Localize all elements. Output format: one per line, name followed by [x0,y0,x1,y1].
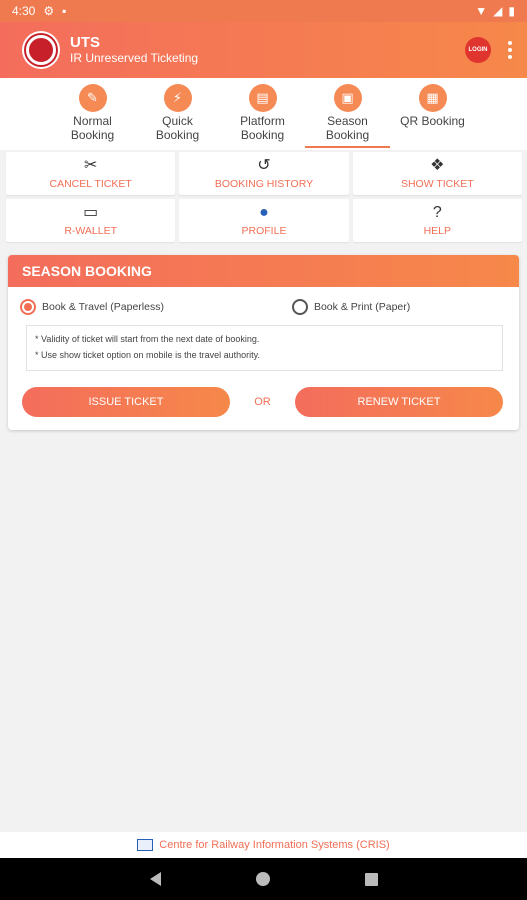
or-separator: OR [254,395,271,408]
gear-icon: ⚙ [43,4,55,18]
season-pass-icon: ▣ [333,84,362,112]
tab-platform-booking[interactable]: ▤ Platform Booking [220,78,305,150]
app-bar: UTS IR Unreserved Ticketing LOGIN [0,22,527,78]
cris-logo-icon [137,839,154,851]
help-icon: ? [432,203,442,221]
quick-action-label: BOOKING HISTORY [214,177,314,190]
ticket-type-options: Book & Travel (Paperless) Book & Print (… [8,299,519,315]
show-ticket-button[interactable]: ❖ SHOW TICKET [352,152,522,195]
cancel-ticket-button[interactable]: ✂ CANCEL TICKET [6,152,176,195]
paper-option[interactable]: Book & Print (Paper) [291,299,411,315]
help-button[interactable]: ? HELP [352,199,522,242]
sd-card-icon: ▪ [62,4,67,18]
profile-button[interactable]: ● PROFILE [179,199,349,242]
renew-ticket-button[interactable]: RENEW TICKET [295,386,503,417]
profile-icon: ● [259,203,269,221]
back-icon[interactable] [149,872,161,886]
booking-history-button[interactable]: ↺ BOOKING HISTORY [179,152,349,195]
status-bar: 4:30 ⚙ ▪ ▼ ◢ ▮ [0,0,527,22]
season-booking-card: SEASON BOOKING Book & Travel (Paperless)… [8,255,519,430]
note-validity: * Validity of ticket will start from the… [35,334,260,344]
qr-code-icon: ▦ [418,84,447,112]
overflow-menu-icon[interactable] [507,41,513,59]
app-title: UTS [70,34,100,52]
tab-qr-booking[interactable]: ▦ QR Booking [390,78,475,150]
wallet-icon: ▭ [83,203,99,221]
train-icon: ▤ [248,84,277,112]
login-button[interactable]: LOGIN [465,37,491,63]
tab-label: Normal Booking [70,114,115,142]
paper-label: Book & Print (Paper) [313,301,411,313]
paperless-radio[interactable] [20,299,36,315]
season-booking-title: SEASON BOOKING [8,255,519,287]
history-icon: ↺ [257,156,271,174]
tab-label: Platform Booking [240,114,285,142]
home-icon[interactable] [255,872,270,886]
booking-notes: * Validity of ticket will start from the… [26,325,503,371]
quick-action-label: CANCEL TICKET [49,177,132,190]
r-wallet-button[interactable]: ▭ R-WALLET [6,199,176,242]
tab-quick-booking[interactable]: ⚡ Quick Booking [135,78,220,150]
booking-tabs: ✎ Normal Booking ⚡ Quick Booking ▤ Platf… [0,78,527,150]
quick-action-label: HELP [423,224,452,237]
quick-action-label: PROFILE [241,224,287,237]
tab-label: QR Booking [400,114,465,128]
quick-action-label: R-WALLET [64,224,118,237]
tab-season-booking[interactable]: ▣ Season Booking [305,78,390,150]
signal-icon: ◢ [493,4,503,18]
cancel-ticket-icon: ✂ [83,156,98,174]
paper-radio[interactable] [291,299,308,315]
show-ticket-icon: ❖ [430,156,445,174]
indian-railways-logo [22,31,60,69]
status-time: 4:30 [12,4,36,18]
tab-normal-booking[interactable]: ✎ Normal Booking [50,78,135,150]
quick-actions-grid: ✂ CANCEL TICKET ↺ BOOKING HISTORY ❖ SHOW… [6,152,522,242]
note-travel-authority: * Use show ticket option on mobile is th… [35,349,260,360]
issue-ticket-button[interactable]: ISSUE TICKET [22,386,230,417]
footer: Centre for Railway Information Systems (… [0,832,527,858]
tab-label: Quick Booking [155,114,200,142]
system-navigation-bar [0,858,527,900]
quick-action-label: SHOW TICKET [400,177,474,190]
quick-ticket-icon: ⚡ [163,84,192,112]
paperless-label: Book & Travel (Paperless) [42,301,164,313]
wifi-icon: ▼ [475,4,488,18]
ticket-icon: ✎ [78,84,107,112]
battery-icon: ▮ [508,4,515,18]
paperless-option[interactable]: Book & Travel (Paperless) [20,299,164,315]
tab-label: Season Booking [325,114,370,142]
app-subtitle: IR Unreserved Ticketing [70,50,199,65]
recent-apps-icon[interactable] [364,872,378,886]
footer-text[interactable]: Centre for Railway Information Systems (… [159,839,389,851]
